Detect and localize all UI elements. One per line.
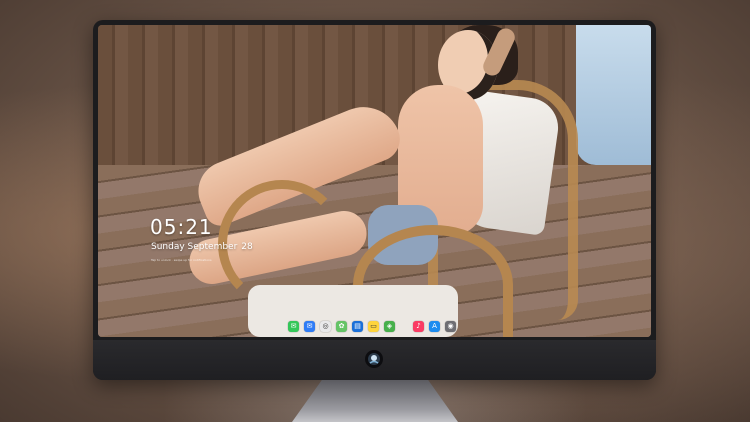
- mail-icon[interactable]: ✉: [304, 320, 315, 332]
- lock-date-weekday-month: Sunday September: [151, 242, 238, 252]
- brand-logo-icon: [365, 350, 383, 368]
- appstore-icon[interactable]: A: [429, 320, 440, 332]
- photos-icon[interactable]: ✿: [336, 320, 347, 332]
- camera-icon[interactable]: ◉: [445, 320, 456, 332]
- dock: ✉ ✉ ◎ ✿ ▤ ▭ ◈ ♪ A ◉: [288, 318, 456, 334]
- music-icon[interactable]: ♪: [413, 320, 424, 332]
- lock-clock: 05:21: [150, 215, 213, 239]
- lock-date-day: 28: [241, 242, 253, 252]
- messages-icon[interactable]: ✉: [288, 320, 299, 332]
- maps-icon[interactable]: ◈: [384, 320, 395, 332]
- safari-icon[interactable]: ◎: [320, 320, 331, 332]
- monitor: 05:21 Sunday September 28 Tap to unlock ·…: [93, 20, 656, 380]
- lock-screen[interactable]: 05:21 Sunday September 28 Tap to unlock ·…: [98, 25, 651, 337]
- wallpaper-hanging-towel: [576, 25, 651, 165]
- film-icon[interactable]: ▤: [352, 320, 363, 332]
- lock-subtext: Tap to unlock · swipe up for notificatio…: [151, 258, 212, 262]
- lock-date: Sunday September 28: [151, 242, 253, 252]
- notes-icon[interactable]: ▭: [368, 320, 379, 332]
